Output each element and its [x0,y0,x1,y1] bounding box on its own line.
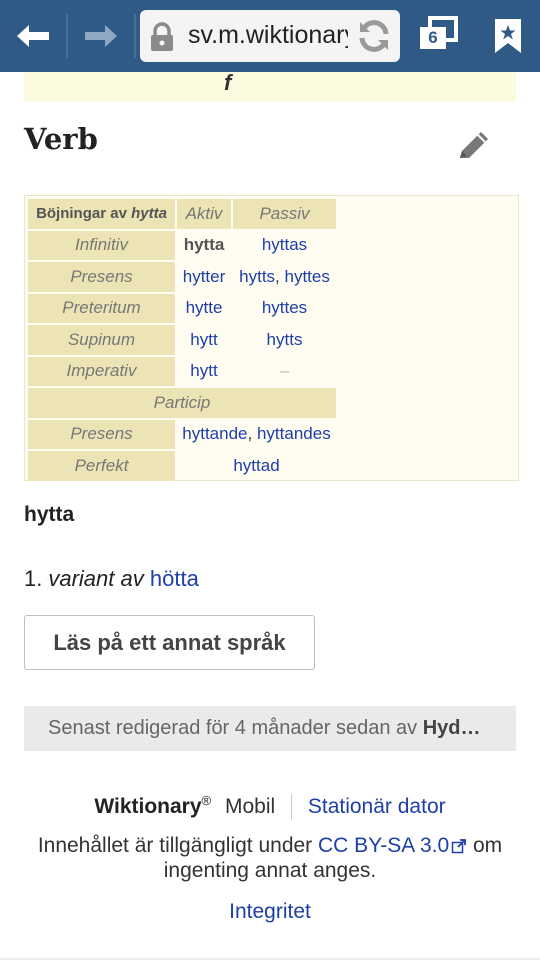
tabs-button[interactable]: 6 [414,0,468,72]
passiv-form-link[interactable]: hytts [233,325,336,355]
row-label: Perfekt [28,451,175,481]
desktop-view-link[interactable]: Stationär dator [308,795,446,818]
row-label: Supinum [28,325,175,355]
last-editor: Hyd… [422,717,481,739]
table-row: Presens hytter hytts, hyttes [28,262,336,292]
passiv-form-link[interactable]: hytts [239,267,275,286]
footer-brand: Wiktionary® Mobil Stationär dator [0,793,540,821]
aktiv-form: hytta [183,235,225,255]
aktiv-form-link[interactable]: hytt [177,325,231,355]
url-text: sv.m.wiktionary.org [188,21,348,49]
last-edited-bar[interactable]: Senast redigerad för 4 månader sedan av … [24,706,516,751]
passiv-form-link[interactable]: hyttas [233,231,336,261]
definition-text: variant av [48,566,144,591]
table-row: Presens hyttande, hyttandes [28,419,336,449]
toolbar-separator [134,14,136,58]
table-row: Infinitiv hytta hyttas [28,230,336,261]
previous-table-remnant: f [24,70,516,102]
aktiv-form-link[interactable]: hytter [177,262,231,292]
row-label: Presens [28,262,175,292]
table-title: Böjningar av hytta [28,199,175,229]
reload-icon[interactable] [356,18,392,54]
particip-form-link[interactable]: hyttad [177,451,336,481]
aktiv-form-link[interactable]: hytte [177,294,231,324]
footer-license: Innehållet är tillgängligt under CC BY-S… [37,834,503,882]
particip-form-link[interactable]: hyttande [182,424,247,443]
section-heading: Verb [24,122,98,156]
passiv-form-empty: – [279,361,290,381]
address-bar[interactable]: sv.m.wiktionary.org [140,10,400,62]
table-header-row: Böjningar av hytta Aktiv Passiv [28,199,336,229]
row-label: Infinitiv [28,230,175,260]
particip-form-link[interactable]: hyttandes [257,424,331,443]
headword: hytta [24,503,75,526]
inflection-table: Böjningar av hytta Aktiv Passiv Infiniti… [24,195,519,481]
external-link-icon [451,839,467,854]
bookmark-star-icon [495,19,521,53]
passiv-form-link[interactable]: hyttes [285,267,330,286]
footer-divider [291,794,293,821]
table-row: Perfekt hyttad [28,451,336,481]
particip-label: Particip [28,388,336,418]
row-label: Preteritum [28,293,175,323]
other-language-button[interactable]: Läs på ett annat språk [24,615,315,670]
particip-header-row: Particip [28,388,336,418]
definition-link[interactable]: hötta [150,566,199,591]
lock-icon [151,22,173,51]
particip-forms: hyttande, hyttandes [182,424,331,444]
tabs-count: 6 [420,27,446,49]
passiv-forms: hytts, hyttes [239,266,330,286]
row-label: Presens [28,419,175,449]
privacy-link[interactable]: Integritet [0,900,540,924]
browser-toolbar: sv.m.wiktionary.org 6 [0,0,540,72]
header-passiv: Passiv [233,199,336,229]
edit-pencil-icon[interactable] [454,126,494,166]
passiv-form-link[interactable]: hyttes [233,294,336,324]
brand-name: Wiktionary [94,795,202,818]
row-label: Imperativ [28,356,175,386]
forward-arrow-icon [85,25,117,47]
table-row: Supinum hytt hytts [28,325,336,355]
definition-item: 1. variant av hötta [24,566,199,592]
bookmark-button[interactable] [482,0,534,72]
table-row: Preteritum hytte hyttes [28,293,336,324]
header-aktiv: Aktiv [177,199,231,229]
back-arrow-icon [17,25,49,47]
table-row: Imperativ hytt – [28,356,336,387]
forward-button[interactable] [68,0,134,72]
definition-number: 1. [24,566,43,591]
license-link[interactable]: CC BY-SA 3.0 [318,834,449,857]
back-button[interactable] [0,0,66,72]
mobile-mode-label: Mobil [224,795,276,818]
aktiv-form-link[interactable]: hytt [177,357,231,387]
